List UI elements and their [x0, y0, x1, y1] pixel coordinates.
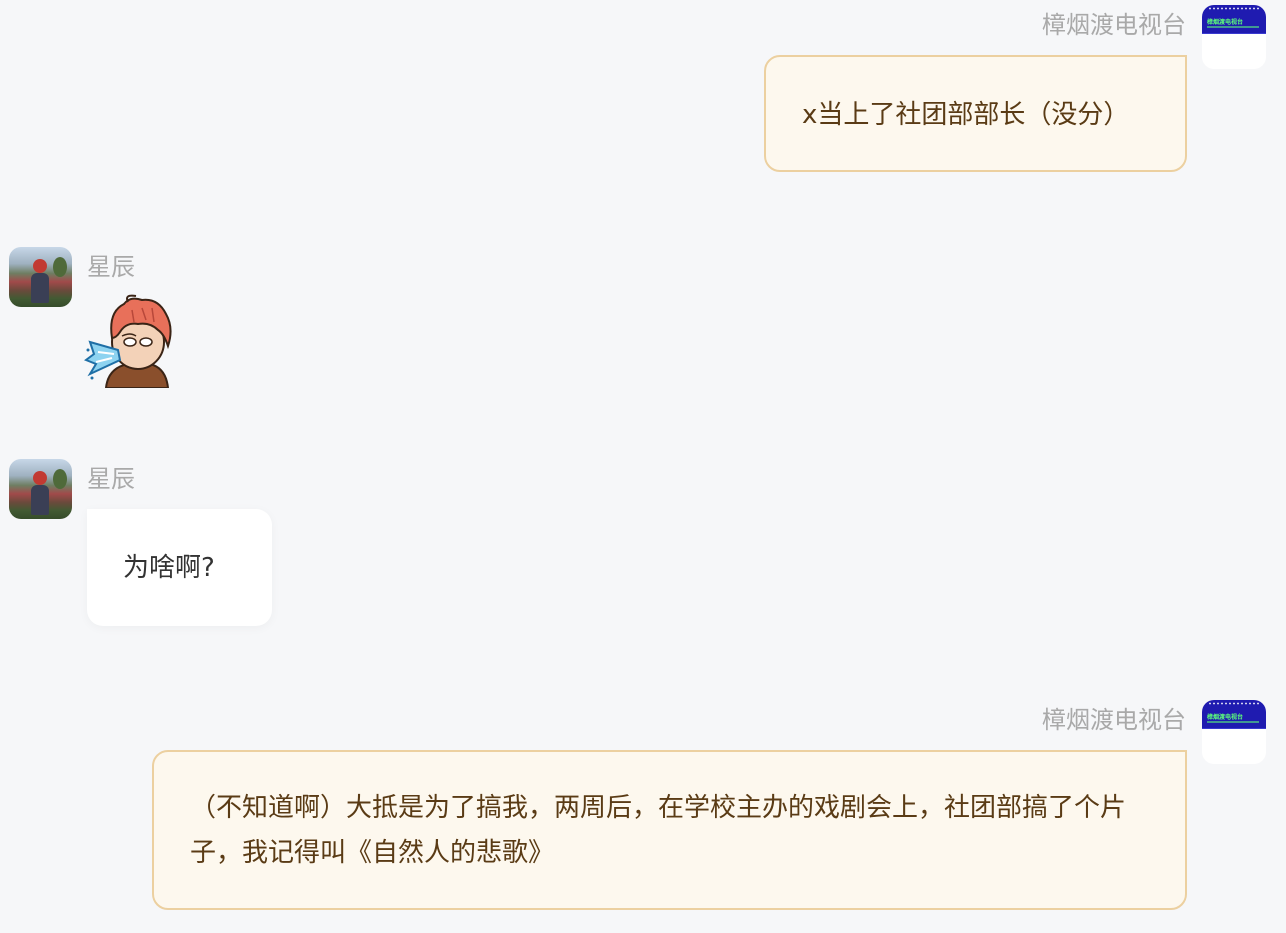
message-bubble[interactable]: x当上了社团部部长（没分） — [764, 55, 1187, 172]
sender-avatar[interactable] — [9, 459, 72, 519]
sender-name: 星辰 — [87, 465, 135, 493]
message-bubble[interactable]: 为啥啊? — [87, 509, 272, 626]
message-bubble[interactable]: （不知道啊）大抵是为了搞我，两周后，在学校主办的戏剧会上，社团部搞了个片子，我记… — [152, 750, 1187, 910]
sender-name: 星辰 — [87, 253, 135, 281]
sneezing-boy-sticker[interactable] — [84, 294, 176, 388]
sender-avatar[interactable] — [9, 247, 72, 307]
avatar-caption: 樟烟渡电视台 — [1207, 19, 1244, 26]
avatar-caption: 樟烟渡电视台 — [1207, 714, 1244, 721]
sender-name: 樟烟渡电视台 — [1042, 11, 1186, 39]
message-text: x当上了社团部部长（没分） — [802, 100, 1130, 130]
sender-avatar[interactable]: 樟烟渡电视台 — [1202, 5, 1266, 69]
sender-name: 樟烟渡电视台 — [1042, 706, 1186, 734]
message-text: 为啥啊? — [123, 553, 215, 583]
message-text: （不知道啊）大抵是为了搞我，两周后，在学校主办的戏剧会上，社团部搞了个片子，我记… — [190, 793, 1127, 868]
sender-avatar[interactable]: 樟烟渡电视台 — [1202, 700, 1266, 764]
